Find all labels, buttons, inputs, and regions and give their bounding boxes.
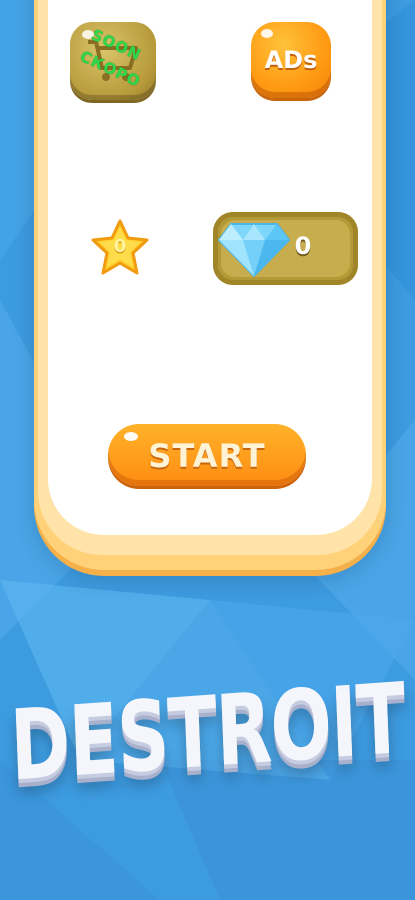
button-highlight	[261, 29, 273, 38]
shop-button[interactable]: SOON СКОРО	[70, 22, 156, 100]
diamond-icon	[217, 223, 291, 278]
gem-count: 0	[294, 232, 312, 260]
star-count: 0	[113, 236, 127, 257]
start-button[interactable]: START	[108, 424, 306, 486]
ads-button-label: ADs	[264, 46, 318, 74]
start-button-label: START	[148, 437, 266, 475]
ads-button[interactable]: ADs	[251, 22, 331, 98]
